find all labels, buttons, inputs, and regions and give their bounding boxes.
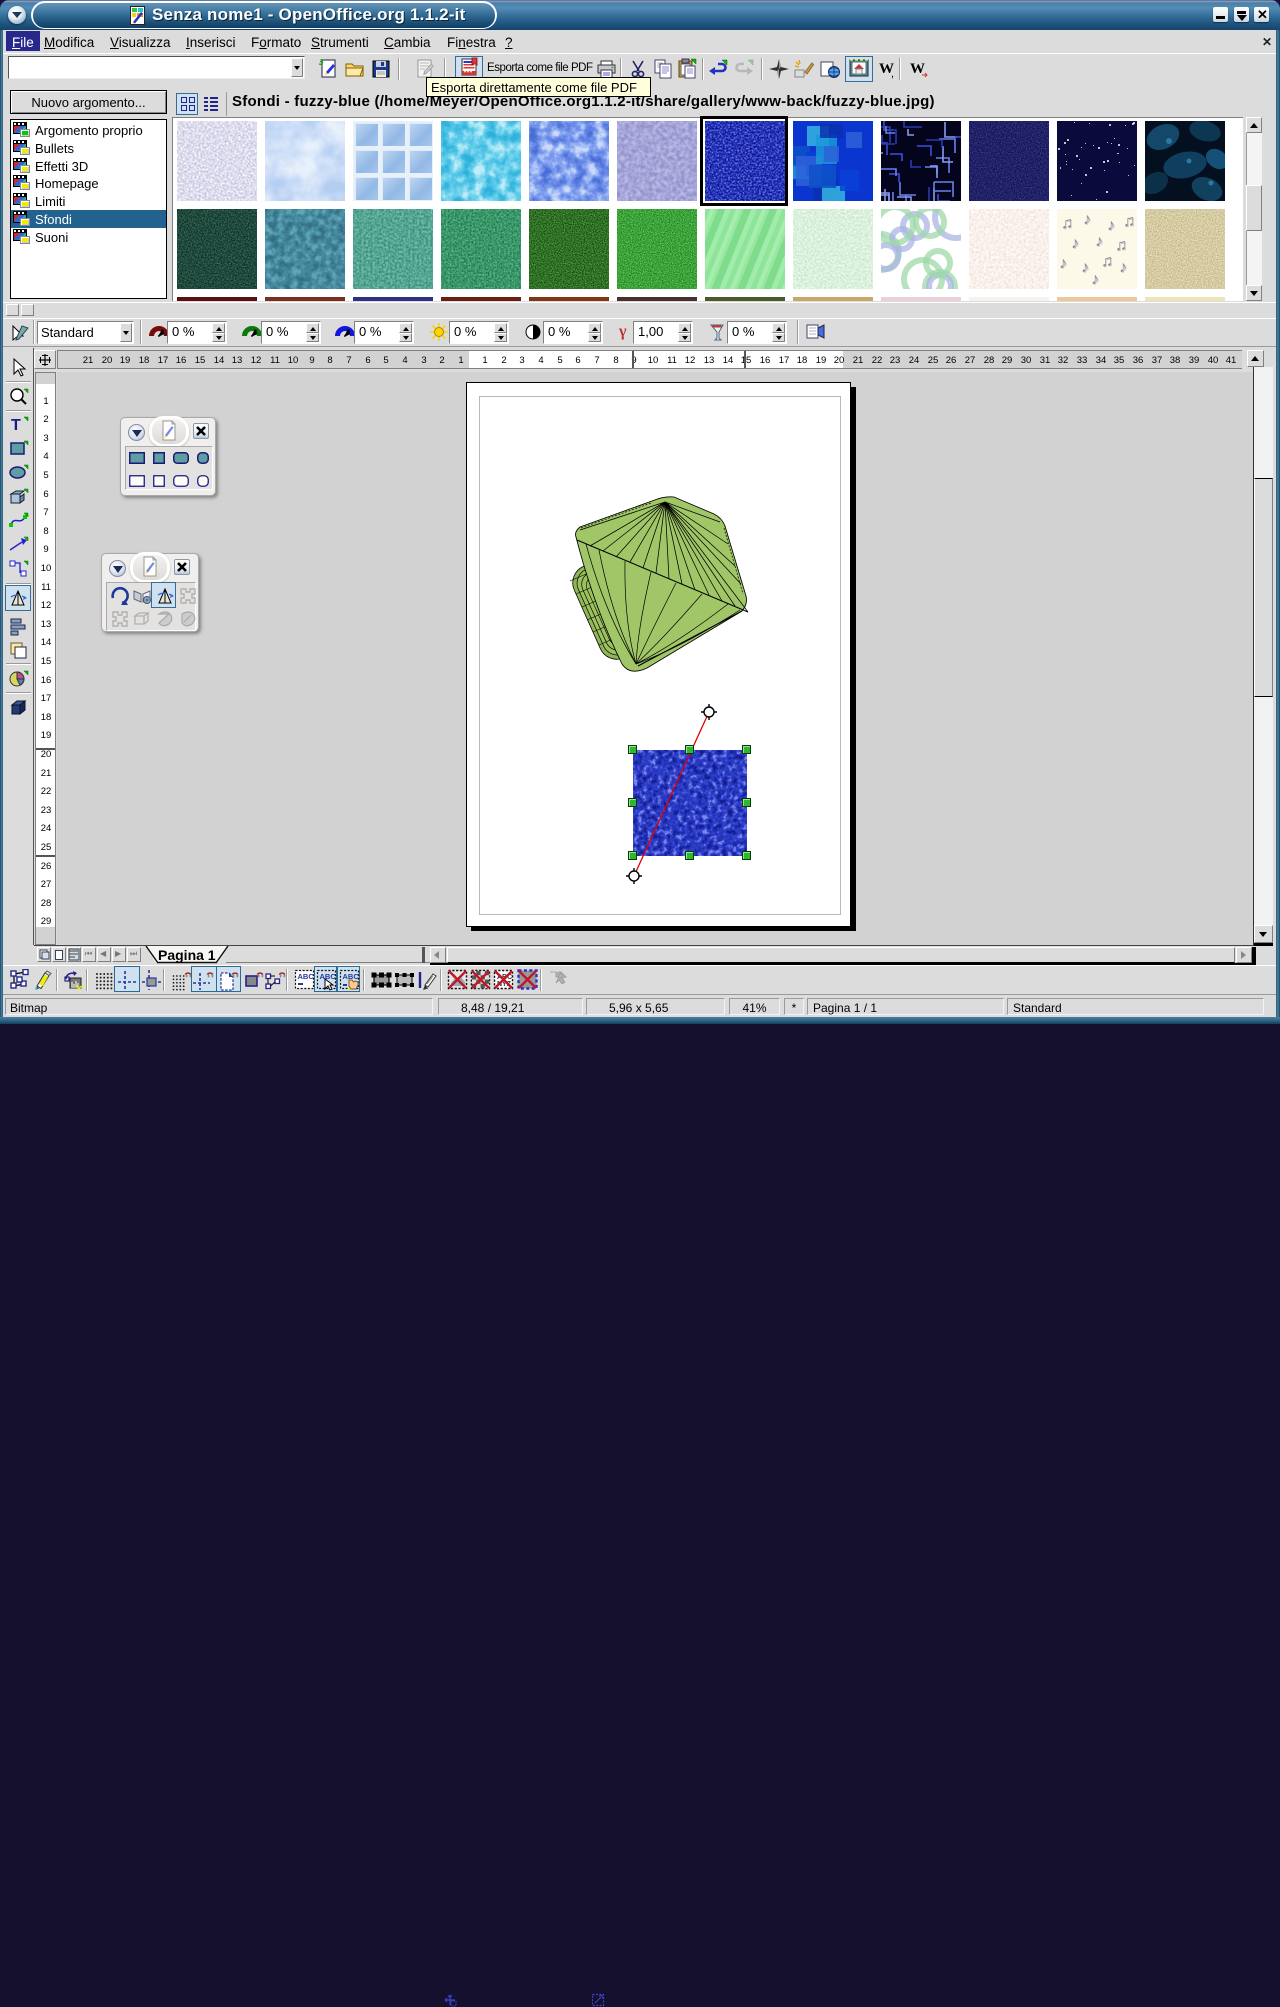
svg-text:ABC: ABC [298,972,315,981]
svg-text:,: , [891,68,894,80]
svg-text:T: T [11,417,21,434]
svg-text:ABC: ABC [320,972,337,981]
